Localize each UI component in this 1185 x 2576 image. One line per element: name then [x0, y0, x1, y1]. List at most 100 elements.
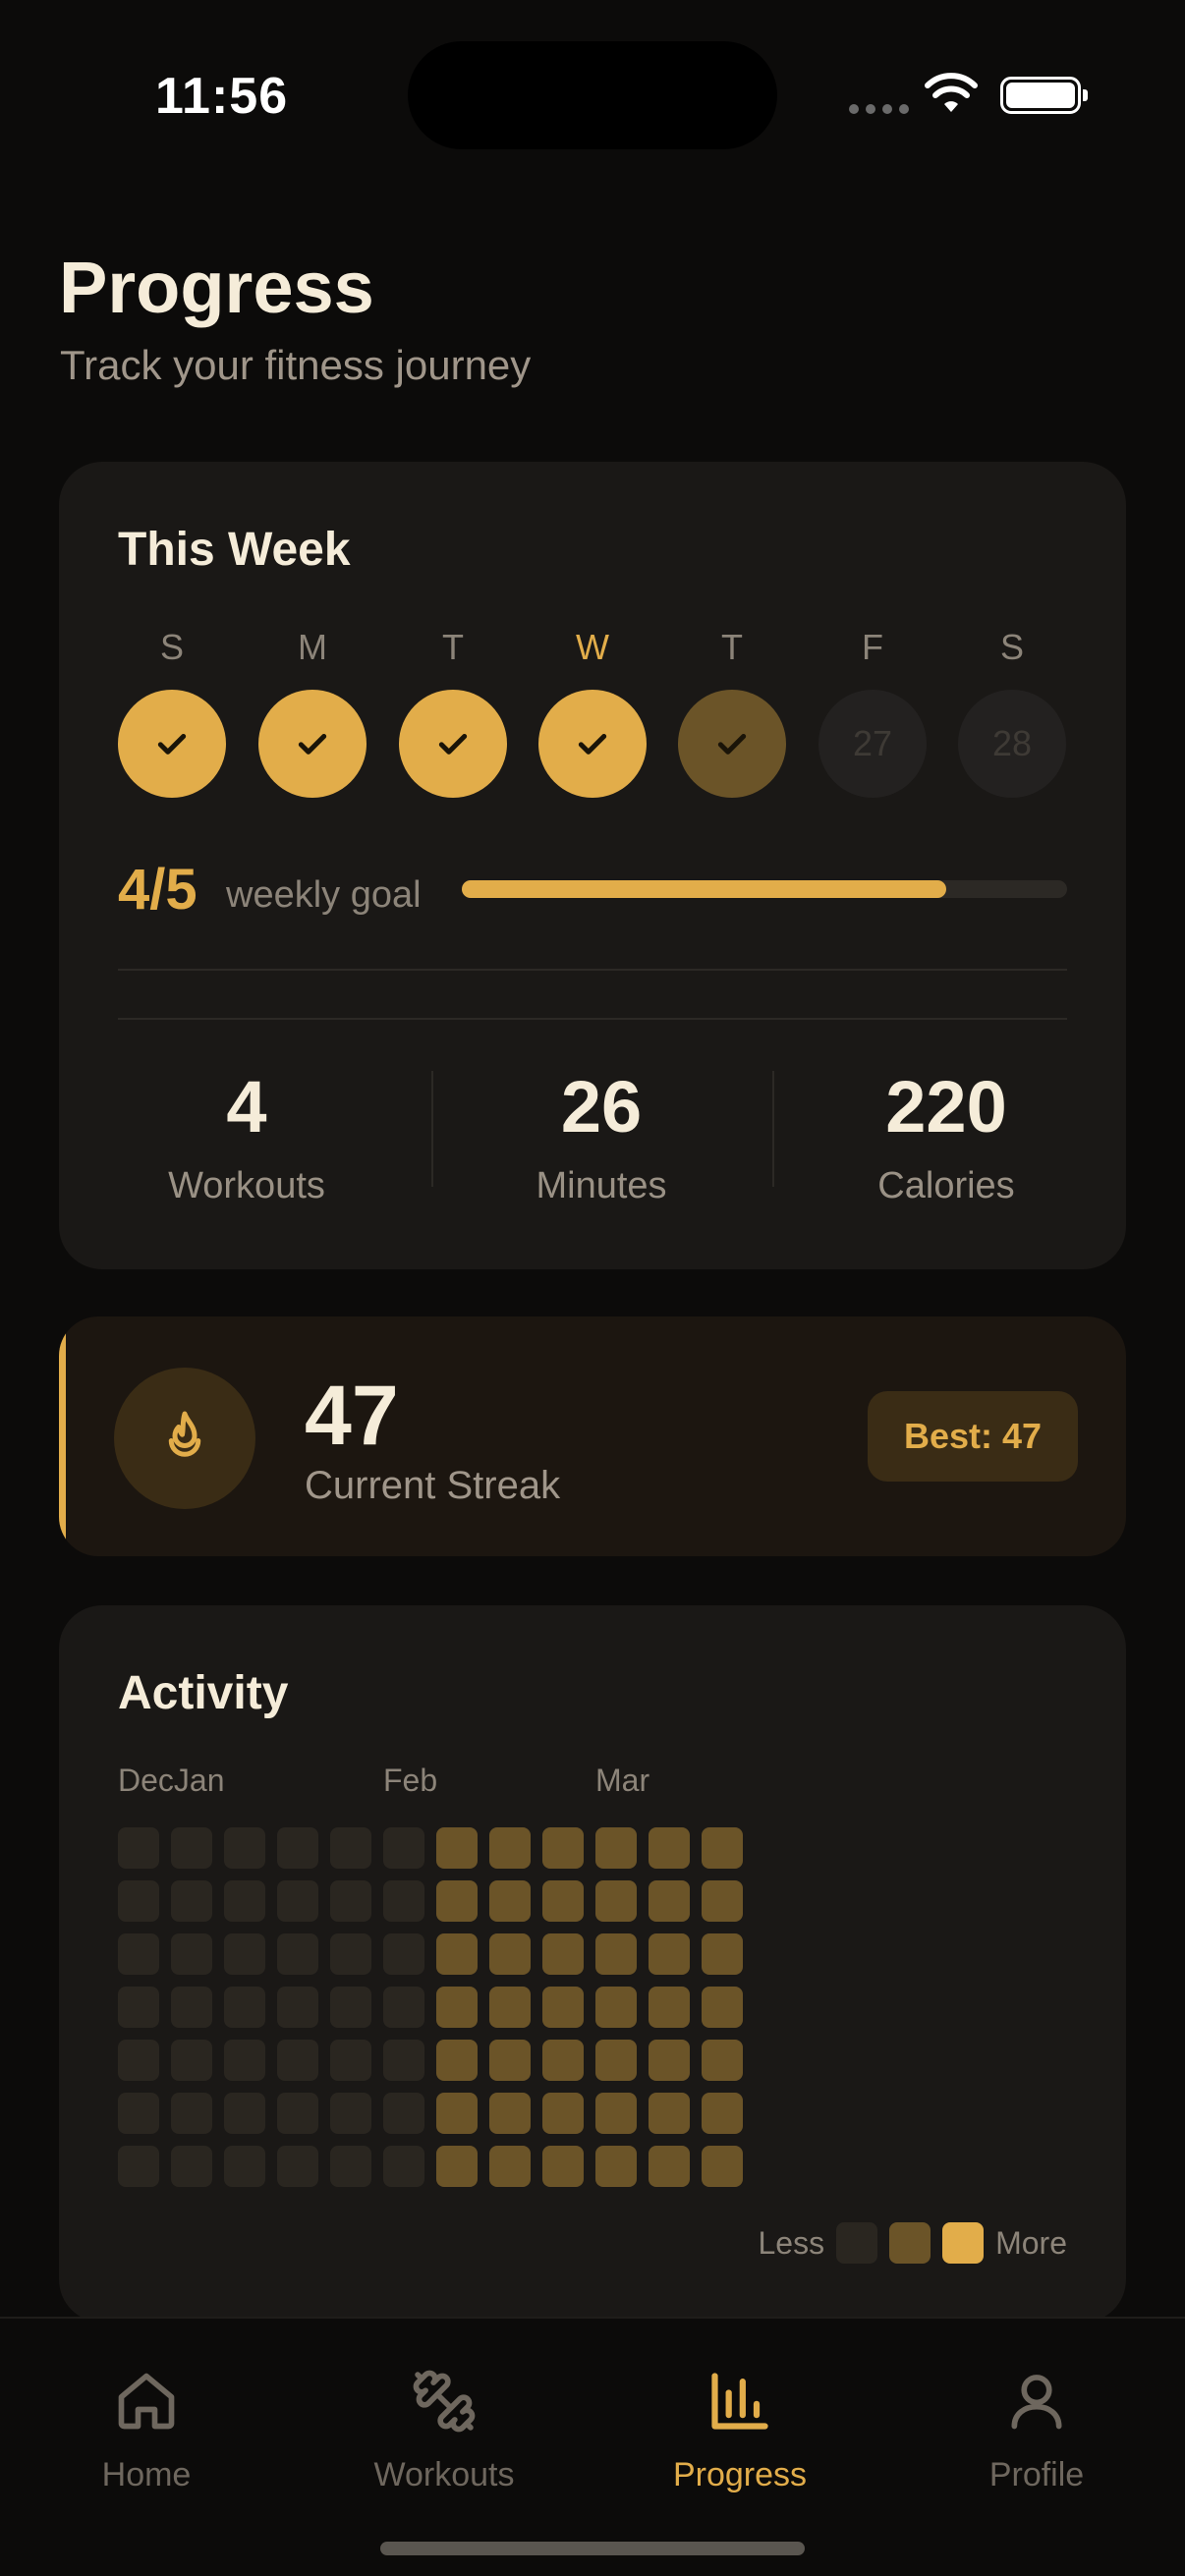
- heatmap-cell: [542, 1827, 584, 1869]
- heatmap-cell: [702, 1827, 743, 1869]
- heatmap-cell: [595, 2040, 637, 2081]
- heatmap-cell: [277, 2146, 318, 2187]
- bar-chart-icon: [711, 2373, 768, 2430]
- legend-less-label: Less: [758, 2224, 825, 2261]
- heatmap-cell: [649, 1933, 690, 1975]
- weekly-goal-label: weekly goal: [226, 874, 422, 916]
- heatmap-cell: [649, 1987, 690, 2028]
- day-indicator[interactable]: [678, 690, 786, 798]
- day-label: T: [721, 627, 743, 667]
- heatmap-cell: [649, 1827, 690, 1869]
- heatmap-cell: [330, 2093, 371, 2134]
- this-week-card: This Week S M T W T F 27 S 28 4/5 weekly goal 4 …: [59, 462, 1126, 1269]
- home-icon: [118, 2373, 175, 2430]
- heatmap-cell: [595, 2093, 637, 2134]
- heatmap-cell: [118, 1880, 159, 1922]
- heatmap-cell: [489, 1987, 531, 2028]
- heatmap-cell: [489, 2040, 531, 2081]
- tab-home[interactable]: Home: [19, 2368, 274, 2494]
- status-time: 11:56: [155, 68, 289, 125]
- streak-accent-bar: [59, 1316, 66, 1556]
- heatmap-cell: [118, 1933, 159, 1975]
- tab-progress[interactable]: Progress: [612, 2368, 868, 2494]
- heatmap-cell: [649, 1880, 690, 1922]
- day-label: T: [442, 627, 464, 667]
- stat-label: Minutes: [536, 1165, 667, 1206]
- home-indicator[interactable]: [380, 2542, 805, 2555]
- heatmap-cell: [649, 2146, 690, 2187]
- heatmap-cell: [171, 1880, 212, 1922]
- heatmap-cell: [330, 2146, 371, 2187]
- heatmap-cell: [489, 1827, 531, 1869]
- heatmap-cell: [595, 2146, 637, 2187]
- tab-workouts[interactable]: Workouts: [316, 2368, 572, 2494]
- stat-workouts: 4 Workouts: [99, 1071, 394, 1207]
- heatmap-cell: [702, 1987, 743, 2028]
- day-indicator[interactable]: [399, 690, 507, 798]
- heatmap-cell: [118, 2146, 159, 2187]
- heatmap-cell: [118, 2093, 159, 2134]
- page-subtitle: Track your fitness journey: [60, 342, 532, 388]
- heatmap-cell: [702, 1933, 743, 1975]
- check-icon: [717, 734, 747, 755]
- streak-value: 47: [305, 1369, 399, 1463]
- heatmap-cell: [224, 1933, 265, 1975]
- heatmap-cell: [224, 1880, 265, 1922]
- month-label: DecJan: [118, 1763, 225, 1798]
- person-icon: [1011, 2375, 1062, 2430]
- signal-icon: [849, 104, 909, 114]
- day-label: W: [576, 627, 609, 667]
- heatmap-cell: [702, 2146, 743, 2187]
- tab-label: Profile: [988, 2456, 1085, 2493]
- heatmap-cell: [489, 1880, 531, 1922]
- heatmap-cell: [595, 1880, 637, 1922]
- stat-value: 220: [885, 1066, 1007, 1148]
- tab-profile[interactable]: Profile: [909, 2368, 1164, 2494]
- tab-label: Home: [101, 2456, 192, 2493]
- stat-separator: [431, 1071, 433, 1187]
- heatmap-cell: [171, 2146, 212, 2187]
- day-indicator[interactable]: 28: [958, 690, 1066, 798]
- heatmap-cell: [383, 1987, 424, 2028]
- stat-calories: 220 Calories: [799, 1071, 1094, 1207]
- heatmap-cell: [489, 2093, 531, 2134]
- heatmap-cell: [171, 2040, 212, 2081]
- heatmap-cell: [436, 1933, 478, 1975]
- heatmap-cell: [436, 1987, 478, 2028]
- activity-card: Activity DecJan Feb Mar Less More: [59, 1605, 1126, 2323]
- heatmap-cell: [118, 2040, 159, 2081]
- heatmap-cell: [436, 2146, 478, 2187]
- day-indicator[interactable]: [258, 690, 367, 798]
- heatmap-cell: [330, 1880, 371, 1922]
- heatmap-cell: [118, 1827, 159, 1869]
- heatmap-cell: [224, 1827, 265, 1869]
- heatmap-cell: [383, 1933, 424, 1975]
- heatmap-cell: [224, 2040, 265, 2081]
- tab-label: Workouts: [373, 2456, 515, 2493]
- streak-card[interactable]: 47 Current Streak Best: 47: [59, 1316, 1126, 1556]
- day-indicator[interactable]: [118, 690, 226, 798]
- heatmap-cell: [277, 2093, 318, 2134]
- streak-label: Current Streak: [305, 1464, 561, 1507]
- month-label: Feb: [383, 1763, 438, 1798]
- dynamic-island: [408, 41, 777, 149]
- check-icon: [578, 734, 607, 755]
- dumbbell-icon: [413, 2370, 476, 2433]
- heatmap-cell: [649, 2040, 690, 2081]
- heatmap-cell: [702, 2040, 743, 2081]
- heatmap-cell: [330, 1933, 371, 1975]
- legend-more-label: More: [995, 2224, 1067, 2261]
- check-icon: [157, 734, 187, 755]
- stat-minutes: 26 Minutes: [454, 1071, 749, 1207]
- stat-label: Calories: [877, 1165, 1015, 1206]
- day-label: F: [862, 627, 883, 667]
- day-indicator[interactable]: [538, 690, 647, 798]
- this-week-title: This Week: [118, 524, 351, 576]
- weekly-goal-count: 4/5: [118, 858, 198, 922]
- day-label: M: [298, 627, 327, 667]
- day-indicator[interactable]: 27: [818, 690, 927, 798]
- heatmap-cell: [702, 2093, 743, 2134]
- divider: [118, 969, 1067, 971]
- stat-separator: [772, 1071, 774, 1187]
- heatmap-legend: Less More: [758, 2222, 1067, 2264]
